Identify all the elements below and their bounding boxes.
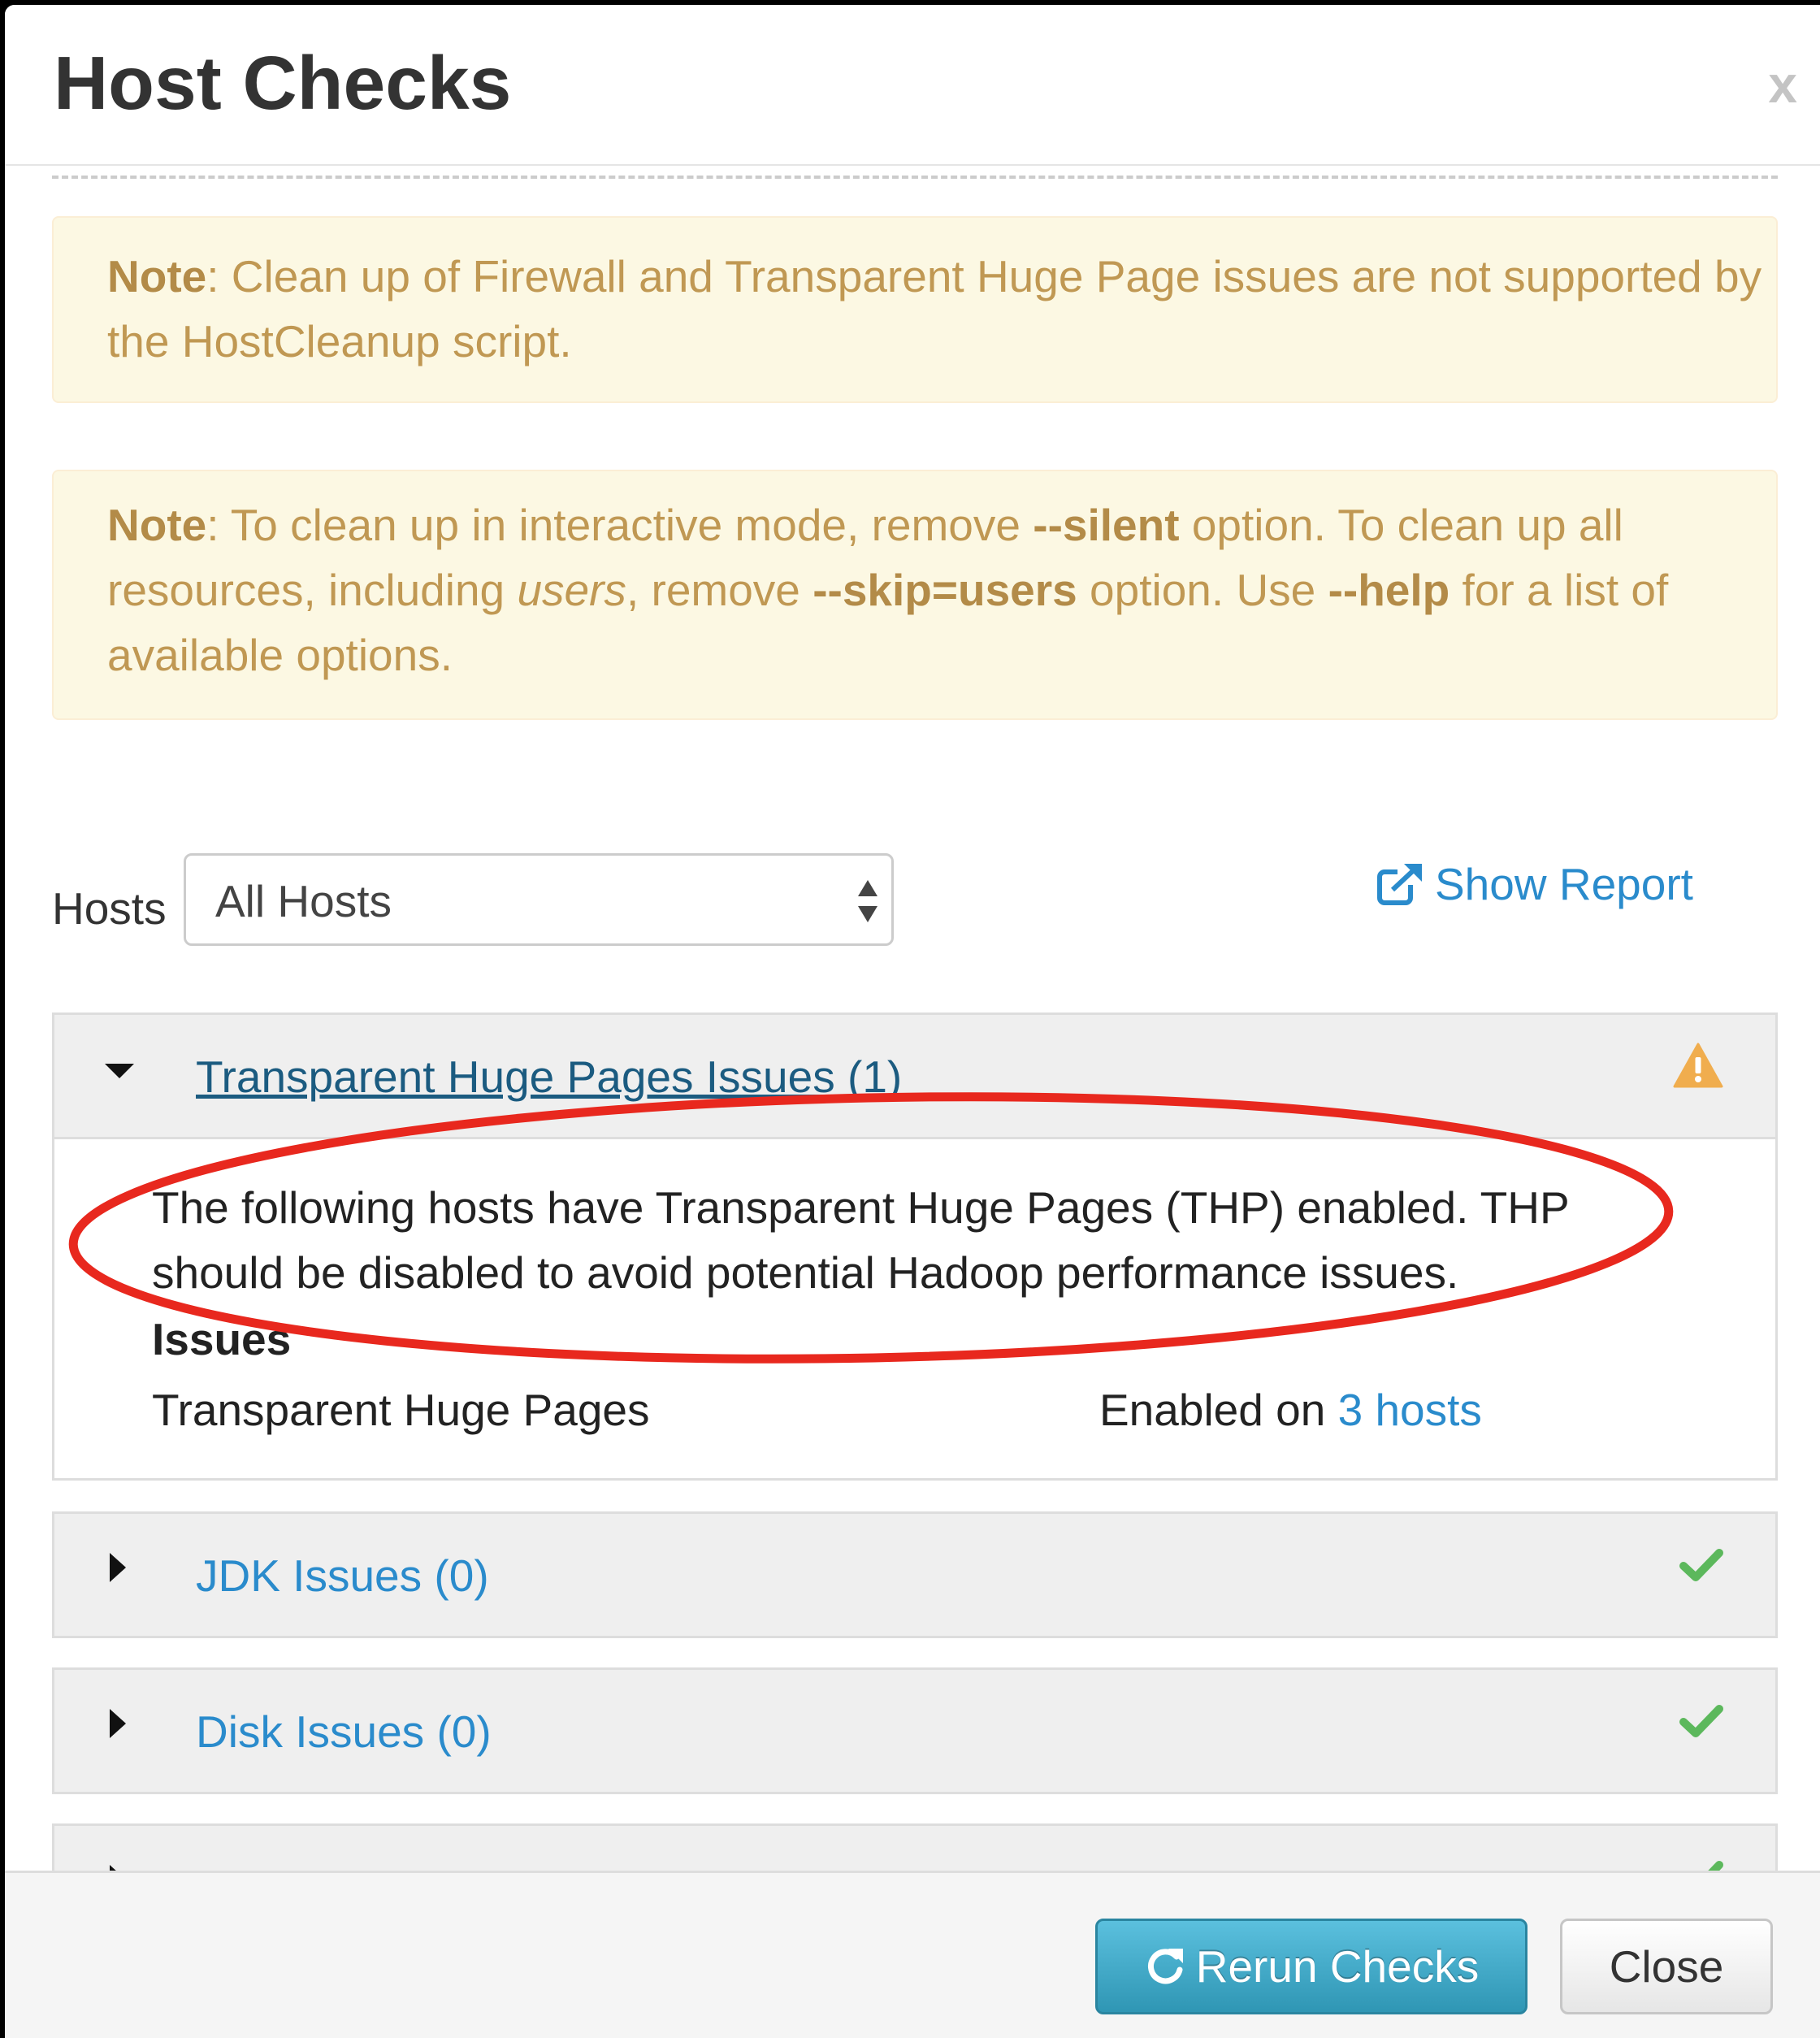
panel-thp-header[interactable]: Transparent Huge Pages Issues (1) (54, 1015, 1775, 1137)
note-cleanup-unsupported: Note: Clean up of Firewall and Transpare… (52, 216, 1778, 403)
divider (52, 176, 1778, 179)
panel-repository-title[interactable]: Repository Issues (0) (196, 1862, 618, 1871)
hosts-filter-label: Hosts (52, 883, 167, 934)
modal-body[interactable]: Note: Clean up of Firewall and Transpare… (5, 166, 1820, 1871)
panel-jdk-header[interactable]: JDK Issues (0) (54, 1514, 1775, 1636)
rerun-checks-button[interactable]: Rerun Checks (1095, 1919, 1528, 2014)
note-label: Note (107, 500, 207, 550)
show-report-label: Show Report (1435, 859, 1693, 909)
check-icon (1708, 1861, 1723, 1871)
panel-disk-issues: Disk Issues (0) (52, 1667, 1778, 1794)
note-option-silent: --silent (1033, 500, 1180, 550)
note-text: option. Use (1077, 565, 1328, 615)
warning-icon (1673, 1043, 1723, 1088)
note-interactive-mode: Note: To clean up in interactive mode, r… (52, 470, 1778, 720)
note-users-term: users (517, 565, 626, 615)
panel-thp-title[interactable]: Transparent Huge Pages Issues (1) (196, 1051, 902, 1103)
note-text: : Clean up of Firewall and Transparent H… (107, 251, 1762, 366)
note-label: Note (107, 251, 207, 301)
issues-heading: Issues (152, 1314, 292, 1364)
modal-footer: Rerun Checks Close (5, 1871, 1820, 2038)
issue-row: Transparent Huge Pages Enabled on 3 host… (152, 1373, 1775, 1446)
hosts-select-value: All Hosts (215, 876, 392, 926)
show-report-link[interactable]: Show Report (1376, 858, 1693, 910)
caret-right-icon (110, 1553, 126, 1582)
panel-jdk-issues: JDK Issues (0) (52, 1511, 1778, 1638)
host-checks-modal: Host Checks x Note: Clean up of Firewall… (5, 5, 1820, 2038)
modal-header: Host Checks x (5, 5, 1820, 166)
thp-description: The following hosts have Transparent Hug… (152, 1182, 1569, 1298)
rerun-checks-label: Rerun Checks (1195, 1941, 1480, 1992)
caret-right-icon (110, 1865, 126, 1871)
panel-disk-title[interactable]: Disk Issues (0) (196, 1706, 492, 1758)
refresh-icon (1147, 1949, 1183, 1984)
note-option-skip-users: --skip=users (812, 565, 1077, 615)
issue-name: Transparent Huge Pages (152, 1385, 650, 1435)
external-link-icon (1377, 862, 1424, 905)
note-text: : To clean up in interactive mode, remov… (206, 500, 1034, 550)
close-button[interactable]: Close (1560, 1919, 1773, 2014)
check-icon (1679, 1705, 1723, 1737)
affected-hosts-link[interactable]: 3 hosts (1338, 1385, 1482, 1435)
panel-thp-issues: Transparent Huge Pages Issues (1) The fo… (52, 1012, 1778, 1481)
caret-right-icon (110, 1709, 126, 1738)
note-text: , remove (626, 565, 813, 615)
hosts-select[interactable]: All Hosts (184, 853, 894, 946)
modal-title: Host Checks (54, 41, 512, 125)
close-icon[interactable]: x (1768, 59, 1797, 111)
panel-thp-body: The following hosts have Transparent Hug… (54, 1137, 1775, 1478)
issue-status-prefix: Enabled on (1099, 1385, 1338, 1435)
panel-repository-issues: Repository Issues (0) (52, 1823, 1778, 1871)
panel-disk-header[interactable]: Disk Issues (0) (54, 1670, 1775, 1792)
panel-jdk-title[interactable]: JDK Issues (0) (196, 1550, 489, 1602)
caret-down-icon (105, 1064, 134, 1078)
check-icon (1679, 1549, 1723, 1581)
select-arrows-icon (858, 880, 878, 922)
panel-repository-header[interactable]: Repository Issues (0) (54, 1826, 1775, 1871)
note-option-help: --help (1328, 565, 1450, 615)
issue-status: Enabled on 3 hosts (1099, 1373, 1482, 1446)
